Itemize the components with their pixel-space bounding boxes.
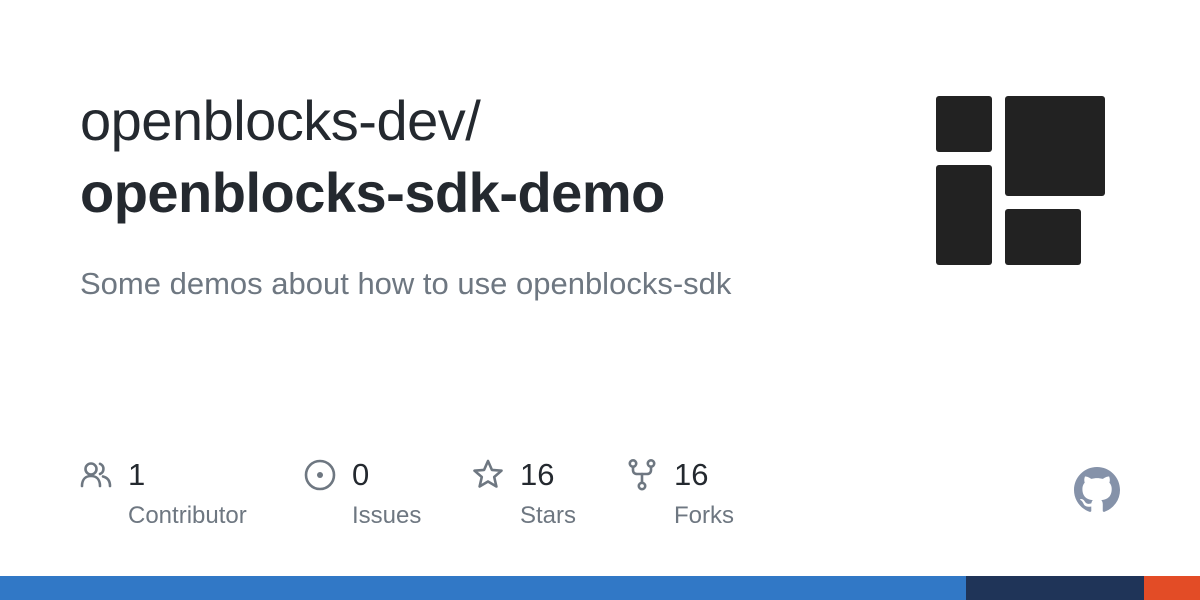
issue-opened-icon xyxy=(304,459,336,491)
people-icon xyxy=(80,462,112,488)
logo-block-top-left xyxy=(936,96,992,152)
stat-forks[interactable]: 16 Forks xyxy=(626,456,756,536)
repo-description: Some demos about how to use openblocks-s… xyxy=(80,266,732,301)
contributors-label: Contributor xyxy=(128,502,247,529)
github-mark-icon[interactable] xyxy=(1074,467,1120,513)
repo-forked-icon xyxy=(628,458,656,491)
stat-stars[interactable]: 16 Stars xyxy=(472,456,602,536)
issues-count: 0 xyxy=(352,457,370,492)
logo-block-bottom-left xyxy=(936,165,992,265)
issues-label: Issues xyxy=(352,502,422,529)
forks-count: 16 xyxy=(674,457,709,492)
stat-contributors[interactable]: 1 Contributor xyxy=(80,456,270,536)
logo-block-bottom-right xyxy=(1005,209,1081,265)
stat-issues[interactable]: 0 Issues xyxy=(304,456,444,536)
language-bar-segment xyxy=(966,576,1144,600)
openblocks-logo xyxy=(936,96,1106,266)
repo-name[interactable]: openblocks-sdk-demo xyxy=(80,160,665,226)
repo-owner[interactable]: openblocks-dev/ xyxy=(80,88,481,154)
star-icon xyxy=(473,459,503,488)
logo-block-top-right xyxy=(1005,96,1105,196)
contributors-count: 1 xyxy=(128,457,146,492)
language-bar xyxy=(0,576,1200,600)
language-bar-segment xyxy=(1143,576,1200,600)
stars-count: 16 xyxy=(520,457,555,492)
language-bar-segment xyxy=(0,576,966,600)
forks-label: Forks xyxy=(674,502,734,529)
stars-label: Stars xyxy=(520,502,577,529)
